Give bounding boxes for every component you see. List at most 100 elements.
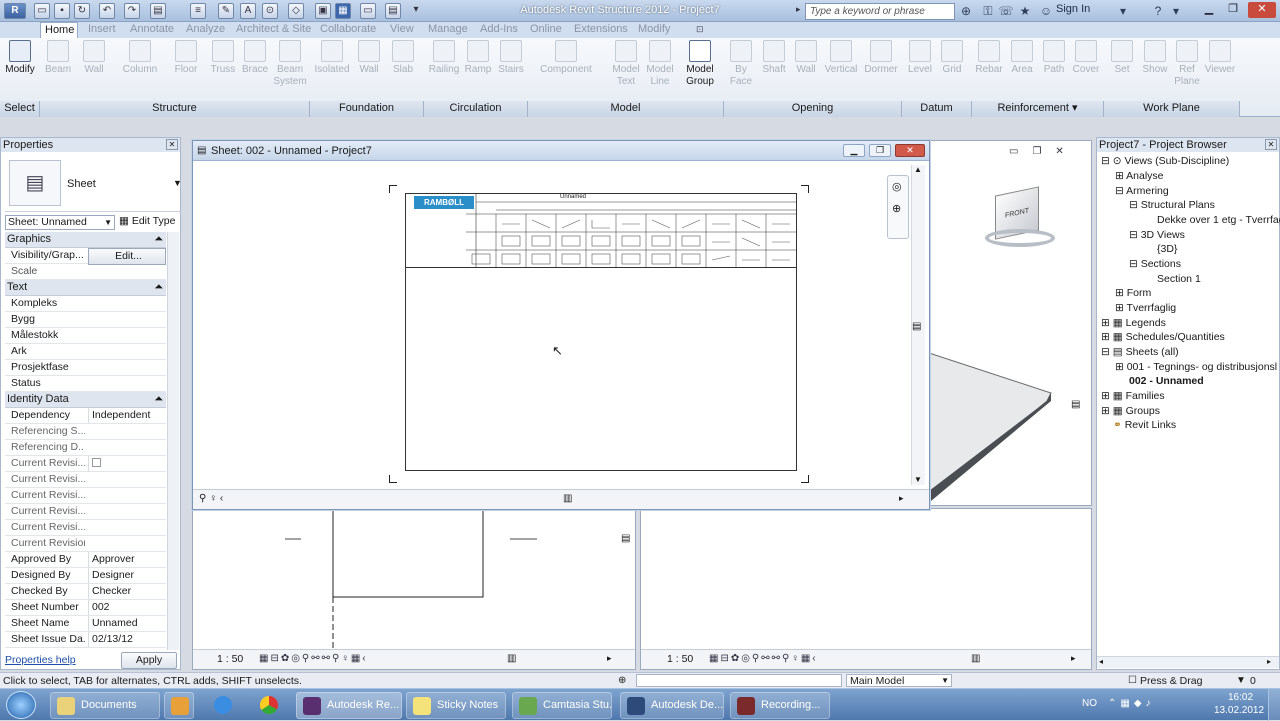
text-icon[interactable]: ⊙ — [262, 3, 278, 19]
prop-value[interactable]: Designer — [88, 568, 166, 583]
by-face-button[interactable]: By Face — [726, 40, 756, 88]
tree-node-legends[interactable]: ⊞ ▦ Legends — [1101, 316, 1166, 330]
3d-view-lower[interactable]: 1 : 50 ▦⊟✿◎⚲⚯⚯⚲♀▦‹ ▥ ▸ — [640, 508, 1092, 670]
scrollbar-thumb-icon[interactable]: ▥ — [971, 653, 980, 664]
tab-home[interactable]: Home — [40, 22, 78, 38]
isolated-button[interactable]: Isolated — [312, 40, 352, 76]
apply-button[interactable]: Apply — [121, 652, 177, 669]
expand-icon[interactable]: ⊞ — [1115, 302, 1127, 314]
tree-node-form[interactable]: ⊞ Form — [1115, 286, 1151, 300]
steering-wheel-icon[interactable]: ◎ — [892, 180, 902, 193]
scrollbar-thumb-icon[interactable]: ▤ — [912, 321, 921, 332]
tab-insert[interactable]: Insert — [84, 22, 120, 38]
floor-plan-view[interactable]: ▤ 1 : 50 ▦⊟✿◎⚲⚯⚯⚲♀▦‹ ▥ ▸ — [192, 508, 636, 670]
tree-node-section-1[interactable]: Section 1 — [1157, 272, 1201, 286]
prop-value[interactable]: Checker — [88, 584, 166, 599]
close-icon[interactable]: ✕ — [166, 139, 178, 150]
sheet-window-titlebar[interactable]: ▤ Sheet: 002 - Unnamed - Project7 ▁ ❐ ✕ — [193, 141, 929, 161]
prop-row[interactable]: Ark — [5, 344, 166, 360]
prop-row[interactable]: Sheet Issue Da... 02/13/12 — [5, 632, 166, 648]
tree-node-sheets[interactable]: ⊟ ▤ Sheets (all) — [1101, 345, 1179, 359]
tree-node-groups[interactable]: ⊞ ▦ Groups — [1101, 404, 1160, 418]
chevron-right-icon[interactable]: ▸ — [1071, 653, 1076, 664]
beam-button[interactable]: Beam — [42, 40, 74, 76]
chevron-up-icon[interactable]: ▲ — [914, 165, 922, 174]
panel-select[interactable]: Select — [0, 101, 40, 117]
tree-node-3d-views[interactable]: ⊟ 3D Views — [1129, 228, 1185, 242]
prop-row[interactable]: Scale — [5, 264, 166, 280]
taskbar-recording[interactable]: Recording... — [730, 692, 830, 719]
ramp-button[interactable]: Ramp — [462, 40, 494, 76]
group-graphics[interactable]: Graphics ⏶ — [5, 232, 166, 248]
prop-row[interactable]: Visibility/Grap... Edit... — [5, 248, 166, 265]
prop-row[interactable]: Status — [5, 376, 166, 392]
3d-view-icon[interactable]: ◇ — [288, 3, 304, 19]
tab-view[interactable]: View — [386, 22, 418, 38]
tree-node-sheet-001[interactable]: ⊞ 001 - Tegnings- og distribusjonsl — [1115, 360, 1277, 374]
taskbar-chrome[interactable] — [254, 692, 284, 719]
collapse-icon[interactable]: ⊟ — [1101, 155, 1113, 167]
window-controls[interactable]: ▭❐✕ — [1009, 146, 1089, 160]
cover-button[interactable]: Cover — [1071, 40, 1101, 76]
show-button[interactable]: Show — [1140, 40, 1170, 76]
help-dropdown-icon[interactable]: ▾ — [1168, 3, 1184, 19]
prop-row[interactable]: Sheet Number 002 — [5, 600, 166, 616]
shaft-button[interactable]: Shaft — [758, 40, 790, 76]
truss-button[interactable]: Truss — [208, 40, 238, 76]
language-indicator[interactable]: NO — [1082, 698, 1097, 709]
group-text[interactable]: Text ⏶ — [5, 280, 166, 296]
main-model-dropdown[interactable]: Main Model ▼ — [846, 674, 952, 687]
collapse-icon[interactable]: ⊟ — [1129, 199, 1141, 211]
qat-dropdown-icon[interactable]: ▾ — [408, 3, 424, 19]
view-scale[interactable]: 1 : 50 — [667, 653, 693, 665]
properties-help-link[interactable]: Properties help — [5, 654, 76, 666]
prop-row[interactable]: Dependency Independent — [5, 408, 166, 424]
expand-icon[interactable]: ⊞ — [1101, 317, 1113, 329]
3d-view-window[interactable]: ▭❐✕ FRONT ▤ — [928, 140, 1092, 506]
path-button[interactable]: Path — [1040, 40, 1068, 76]
wall-button[interactable]: Wall — [78, 40, 110, 76]
title-block[interactable]: RAMBØLL Unnamed — [405, 193, 797, 471]
wall-foundation-button[interactable]: Wall — [354, 40, 384, 76]
communication-center-icon[interactable]: ☏ — [998, 3, 1014, 19]
collapse-icon[interactable]: ⊟ — [1129, 229, 1141, 241]
tree-node-tverrfaglig[interactable]: ⊞ Tverrfaglig — [1115, 301, 1176, 315]
grid-button[interactable]: Grid — [938, 40, 966, 76]
vertical-button[interactable]: Vertical — [822, 40, 860, 76]
floor-button[interactable]: Floor — [170, 40, 202, 76]
modify-button[interactable]: Modify — [3, 40, 37, 76]
collapse-icon[interactable]: ⊟ — [1129, 258, 1141, 270]
tab-architect-site[interactable]: Architect & Site — [232, 22, 315, 38]
prop-row[interactable]: Current Revisi... — [5, 504, 166, 520]
prop-row[interactable]: Målestokk — [5, 328, 166, 344]
prop-row[interactable]: Prosjektfase — [5, 360, 166, 376]
tree-node-dekke[interactable]: Dekke over 1 etg - Tverrfag — [1157, 213, 1280, 227]
show-desktop-button[interactable] — [1268, 689, 1280, 721]
save-icon[interactable]: ▪ — [54, 3, 70, 19]
view-control-icons[interactable]: ▦⊟✿◎⚲⚯⚯⚲♀▦‹ — [709, 653, 818, 664]
wall-opening-button[interactable]: Wall — [792, 40, 820, 76]
taskbar-sticky-notes[interactable]: Sticky Notes — [406, 692, 506, 719]
prop-value[interactable]: 002 — [88, 600, 166, 615]
switch-windows-icon[interactable]: ▤ — [385, 3, 401, 19]
minimize-button[interactable]: ▁ — [843, 144, 865, 157]
prop-value[interactable]: Approver — [88, 552, 166, 567]
tab-online[interactable]: Online — [526, 22, 566, 38]
expand-icon[interactable]: ⊞ — [1101, 405, 1113, 417]
undo-icon[interactable]: ↶ — [99, 3, 115, 19]
taskbar-outlook[interactable] — [164, 692, 194, 719]
level-button[interactable]: Level — [906, 40, 934, 76]
close-icon[interactable]: ✕ — [1265, 139, 1277, 150]
instance-selector[interactable]: Sheet: Unnamed ▼ — [5, 215, 115, 230]
tree-node-sections[interactable]: ⊟ Sections — [1129, 257, 1181, 271]
start-button[interactable] — [6, 691, 36, 719]
chevron-right-icon[interactable]: ▸ — [607, 653, 612, 664]
area-button[interactable]: Area — [1007, 40, 1037, 76]
tree-node-analyse[interactable]: ⊞ Analyse — [1115, 169, 1164, 183]
tab-add-ins[interactable]: Add-Ins — [476, 22, 522, 38]
brace-button[interactable]: Brace — [240, 40, 270, 76]
tree-node-views[interactable]: ⊟ ⊙ Views (Sub-Discipline) — [1101, 154, 1229, 168]
application-menu-button[interactable]: R — [4, 3, 26, 19]
subscription-center-icon[interactable]: ⚿ — [980, 3, 996, 19]
search-toggle-icon[interactable]: ▸ — [796, 4, 801, 15]
